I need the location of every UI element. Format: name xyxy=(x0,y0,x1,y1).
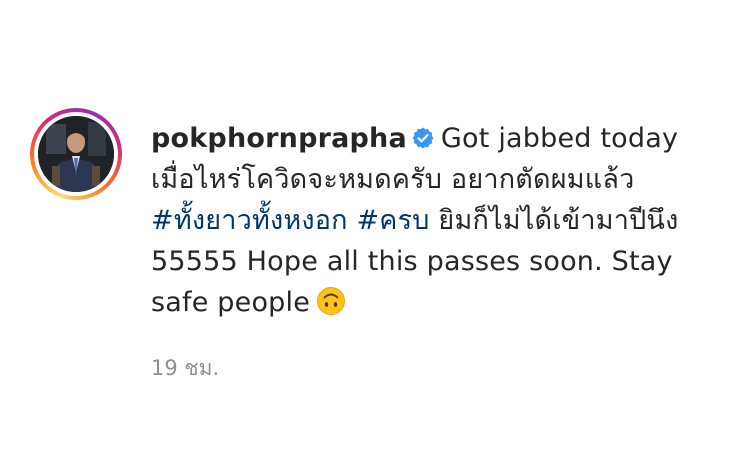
caption-text-5: safe people xyxy=(151,287,311,318)
avatar[interactable] xyxy=(38,116,114,192)
caption-text-4: 55555 Hope all this passes soon. Stay xyxy=(151,246,673,277)
caption-text-1: Got jabbed today xyxy=(440,123,679,154)
instagram-comment: pokphornprapha Got jabbed today เมื่อไหร่… xyxy=(0,0,750,476)
caption-line-5: safe people xyxy=(151,282,731,323)
comment-timestamp[interactable]: 19 ชม. xyxy=(151,352,219,385)
caption-line-2: เมื่อไหร่โควิดจะหมดครับ อยากตัดผมแล้ว xyxy=(151,159,731,200)
caption-text-3: ยิมก็ไม่ได้เข้ามาปีนึง xyxy=(438,205,679,236)
upside-down-face-emoji xyxy=(317,287,346,315)
hashtag-link-1[interactable]: #ทั้งยาวทั้งหงอก xyxy=(151,205,348,236)
caption-line-1: pokphornprapha Got jabbed today xyxy=(151,118,731,159)
avatar-border xyxy=(34,112,118,196)
caption-line-4: 55555 Hope all this passes soon. Stay xyxy=(151,241,731,282)
caption-text-2: เมื่อไหร่โควิดจะหมดครับ อยากตัดผมแล้ว xyxy=(151,164,635,195)
username-link[interactable]: pokphornprapha xyxy=(151,123,407,154)
verified-badge-icon xyxy=(412,127,434,149)
caption-line-3: #ทั้งยาวทั้งหงอก #ครบ ยิมก็ไม่ได้เข้ามาป… xyxy=(151,200,731,241)
avatar-image xyxy=(38,116,114,192)
comment-caption: pokphornprapha Got jabbed today เมื่อไหร่… xyxy=(151,118,731,323)
hashtag-link-2[interactable]: #ครบ xyxy=(356,205,429,236)
story-ring[interactable] xyxy=(30,108,122,200)
